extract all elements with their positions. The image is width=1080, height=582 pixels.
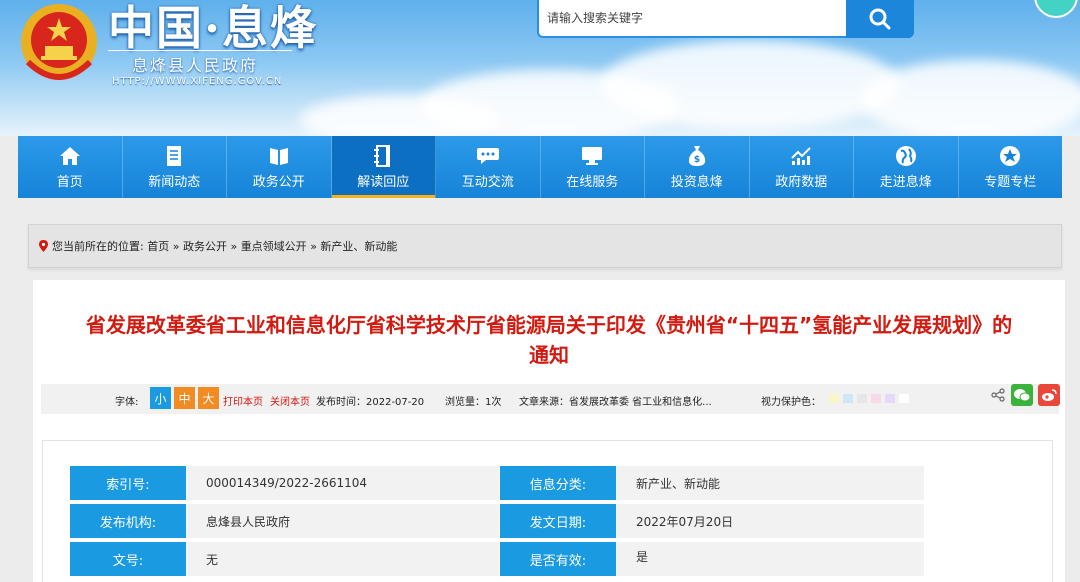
weibo-icon[interactable] [1038, 384, 1060, 406]
eye-protect-label: 视力保护色： [761, 397, 821, 408]
nav-label: 互动交流 [461, 174, 514, 190]
font-large-button[interactable]: 大 [198, 387, 219, 409]
nav-label: 新闻动态 [148, 174, 201, 190]
eye-color-white[interactable] [899, 394, 909, 403]
national-emblem-icon [21, 4, 97, 80]
nav-item-gov-affairs[interactable]: 政务公开 [227, 136, 332, 198]
book-icon [267, 145, 291, 167]
font-small-button[interactable]: 小 [150, 387, 171, 409]
font-size-label: 字体: [115, 397, 139, 408]
document-icon [162, 145, 186, 167]
globe-icon [894, 145, 918, 167]
nav-label: 在线服务 [566, 174, 619, 190]
main-nav: 首页 新闻动态 政务公开 解读回应 互动交流 在线服务 $ 投资息烽 政府数据 … [18, 136, 1062, 198]
info-label: 索引号: [70, 466, 194, 500]
cloud-decoration [600, 40, 900, 130]
nav-item-special[interactable]: 专题专栏 [959, 136, 1063, 198]
page-title: 省发展改革委省工业和信息化厅省科学技术厅省能源局关于印发《贵州省“十四五”氢能产… [33, 310, 1065, 370]
breadcrumb-separator: » [310, 239, 317, 253]
search-box [537, 0, 914, 38]
info-value: 是 [616, 542, 924, 576]
info-value: 息烽县人民政府 [186, 504, 499, 538]
location-pin-icon [39, 240, 48, 252]
breadcrumb-prefix: 您当前所在的位置: [52, 240, 144, 253]
info-value: 无 [186, 542, 499, 576]
eye-color-pink[interactable] [871, 394, 881, 403]
monitor-icon [580, 145, 604, 167]
info-value: 新产业、新动能 [616, 466, 924, 500]
info-label: 文号: [70, 542, 194, 576]
breadcrumb-separator: » [230, 239, 238, 253]
wechat-icon[interactable] [1011, 384, 1033, 406]
info-label: 发布机构: [70, 504, 194, 538]
nav-label: 解读回应 [357, 174, 410, 190]
eye-color-blue[interactable] [843, 394, 853, 403]
article-source: 文章来源：省发展改革委 省工业和信息化... [519, 397, 712, 408]
nav-label: 投资息烽 [670, 174, 723, 190]
nav-item-interpretation[interactable]: 解读回应 [331, 136, 436, 198]
info-value: 2022年07月20日 [616, 504, 924, 538]
nav-label: 政务公开 [252, 174, 305, 190]
search-button[interactable] [846, 0, 914, 38]
view-count: 浏览量：1次 [445, 397, 502, 408]
search-icon [869, 8, 891, 30]
nav-item-about[interactable]: 走进息烽 [854, 136, 959, 198]
nav-item-interaction[interactable]: 互动交流 [436, 136, 541, 198]
eye-color-purple[interactable] [885, 394, 895, 403]
nav-label: 走进息烽 [879, 174, 932, 190]
info-value: 000014349/2022-2661104 [186, 466, 499, 500]
nav-item-gov-data[interactable]: 政府数据 [750, 136, 854, 198]
info-panel: 索引号: 000014349/2022-2661104 信息分类: 新产业、新动… [42, 440, 1053, 582]
breadcrumb-link-gov-affairs[interactable]: 政务公开 [183, 238, 227, 254]
title-line: 省发展改革委省工业和信息化厅省科学技术厅省能源局关于印发《贵州省“十四五”氢能产… [85, 313, 1013, 337]
eye-color-gray[interactable] [857, 394, 867, 403]
info-label: 发文日期: [500, 504, 624, 538]
title-line: 通知 [529, 343, 569, 367]
cloud-decoration [860, 60, 1080, 136]
chat-icon [476, 145, 500, 167]
money-bag-icon: $ [685, 145, 709, 167]
site-url: HTTP://WWW.XIFENG.GOV.CN [112, 76, 283, 87]
breadcrumb-link-home[interactable]: 首页 [147, 238, 169, 254]
info-label: 信息分类: [500, 466, 624, 500]
nav-item-home[interactable]: 首页 [18, 136, 123, 198]
info-label: 是否有效: [500, 542, 624, 576]
nav-label: 专题专栏 [984, 174, 1037, 190]
article-panel: 省发展改革委省工业和信息化厅省科学技术厅省能源局关于印发《贵州省“十四五”氢能产… [33, 280, 1065, 582]
breadcrumb: 您当前所在的位置: 首页 » 政务公开 » 重点领域公开 » 新产业、新动能 [28, 224, 1062, 268]
accessibility-button[interactable] [1034, 0, 1078, 18]
close-link[interactable]: 关闭本页 [270, 393, 310, 408]
star-icon [998, 145, 1022, 167]
gov-name: 息烽县人民政府 [132, 56, 259, 75]
eye-color-yellow[interactable] [829, 394, 839, 403]
breadcrumb-separator: » [172, 239, 180, 253]
breadcrumb-link-key-areas[interactable]: 重点领域公开 [241, 238, 307, 254]
divider [108, 50, 292, 51]
binder-icon [371, 144, 395, 167]
nav-label: 政府数据 [775, 174, 828, 190]
publish-time: 发布时间：2022-07-20 [316, 397, 425, 408]
site-header: 中国·息烽 息烽县人民政府 HTTP://WWW.XIFENG.GOV.CN [0, 0, 1080, 136]
breadcrumb-link-current[interactable]: 新产业、新动能 [320, 238, 397, 254]
font-medium-button[interactable]: 中 [174, 387, 195, 409]
search-input[interactable] [547, 6, 847, 30]
nav-label: 首页 [56, 174, 83, 190]
print-link[interactable]: 打印本页 [223, 393, 263, 408]
chart-icon [789, 145, 813, 167]
home-icon [58, 145, 82, 167]
svg-text:$: $ [694, 155, 700, 165]
nav-item-news[interactable]: 新闻动态 [123, 136, 227, 198]
nav-item-invest[interactable]: $ 投资息烽 [645, 136, 750, 198]
article-toolbar: 字体: 小 中 大 打印本页 关闭本页 发布时间：2022-07-20 浏览量：… [41, 384, 1060, 414]
share-icon[interactable] [987, 384, 1009, 406]
nav-item-online-service[interactable]: 在线服务 [541, 136, 645, 198]
